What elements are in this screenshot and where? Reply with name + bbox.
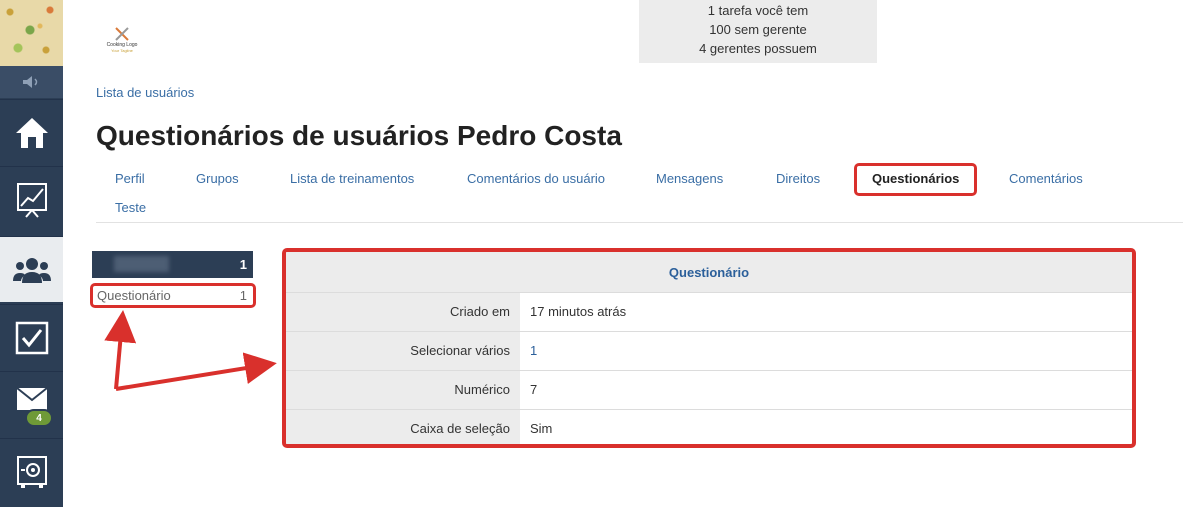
speaker-icon — [22, 76, 37, 88]
notice-tasks[interactable]: 1 tarefa você tem — [639, 1, 877, 20]
mail-icon — [15, 386, 48, 410]
tab-training-list[interactable]: Lista de treinamentos — [290, 171, 414, 186]
sidebar: 4 — [0, 0, 63, 507]
sidebar-item-users[interactable] — [0, 236, 63, 302]
row-label: Caixa de seleção — [286, 410, 520, 444]
sidebar-item-home[interactable] — [0, 99, 63, 165]
tab-user-comments[interactable]: Comentários do usuário — [467, 171, 605, 186]
home-icon — [15, 117, 48, 148]
table-row: Caixa de seleção Sim — [286, 409, 1132, 444]
questionnaire-list-header[interactable]: 1 — [92, 251, 253, 278]
table-row: Criado em 17 minutos atrás — [286, 292, 1132, 332]
users-icon — [12, 257, 51, 283]
breadcrumb[interactable]: Lista de usuários — [96, 85, 194, 100]
sidebar-item-tasks[interactable] — [0, 304, 63, 370]
row-label: Selecionar vários — [286, 332, 520, 371]
row-value[interactable]: 1 — [530, 332, 537, 371]
list-item-count: 1 — [239, 288, 247, 303]
table-row: Selecionar vários 1 — [286, 331, 1132, 371]
row-value: Sim — [530, 421, 553, 436]
questionnaire-panel: Questionário Criado em 17 minutos atrás … — [282, 248, 1136, 448]
list-item-questionnaire[interactable]: Questionário 1 — [90, 283, 256, 308]
redacted-name — [114, 256, 169, 272]
arrow-to-list-item — [104, 310, 137, 390]
table-row: Numérico 7 — [286, 370, 1132, 410]
active-tab-highlight — [854, 163, 977, 196]
chart-icon — [16, 182, 47, 218]
tab-grupos[interactable]: Grupos — [196, 171, 239, 186]
list-item-label: Questionário — [97, 288, 171, 303]
sidebar-item-safe[interactable] — [0, 438, 63, 504]
tab-perfil[interactable]: Perfil — [115, 171, 145, 186]
tab-messages[interactable]: Mensagens — [656, 171, 723, 186]
messages-badge: 4 — [25, 409, 53, 427]
notification-summary: 1 tarefa você tem 100 sem gerente 4 gere… — [639, 0, 877, 63]
page-title: Questionários de usuários Pedro Costa — [96, 120, 622, 151]
tab-rights[interactable]: Direitos — [776, 171, 820, 186]
tab-comments[interactable]: Comentários — [1009, 171, 1083, 186]
panel-title: Questionário — [286, 252, 1132, 292]
list-header-count: 1 — [239, 257, 247, 272]
row-label: Criado em — [286, 293, 520, 332]
tab-test[interactable]: Teste — [115, 200, 146, 215]
row-value: 17 minutos atrás — [530, 304, 627, 319]
checkbox-icon — [15, 321, 48, 354]
safe-icon — [16, 455, 47, 488]
speaker-bar[interactable] — [0, 66, 63, 98]
sidebar-item-reports[interactable] — [0, 166, 63, 232]
row-label: Numérico — [286, 371, 520, 410]
sidebar-item-messages[interactable] — [0, 371, 63, 437]
row-value: 7 — [530, 382, 538, 397]
arrow-to-panel — [115, 352, 277, 391]
sidebar-logo-tile — [0, 0, 63, 66]
notice-no-manager[interactable]: 100 sem gerente — [639, 20, 877, 39]
notice-managers[interactable]: 4 gerentes possuem — [639, 39, 877, 58]
brand-tagline: Your Tagline — [111, 48, 133, 53]
cutlery-icon — [115, 27, 129, 41]
tab-bar: Perfil Grupos Lista de treinamentos Come… — [96, 160, 1183, 223]
brand-logo[interactable]: Cooking Logo Your Tagline — [100, 26, 144, 60]
